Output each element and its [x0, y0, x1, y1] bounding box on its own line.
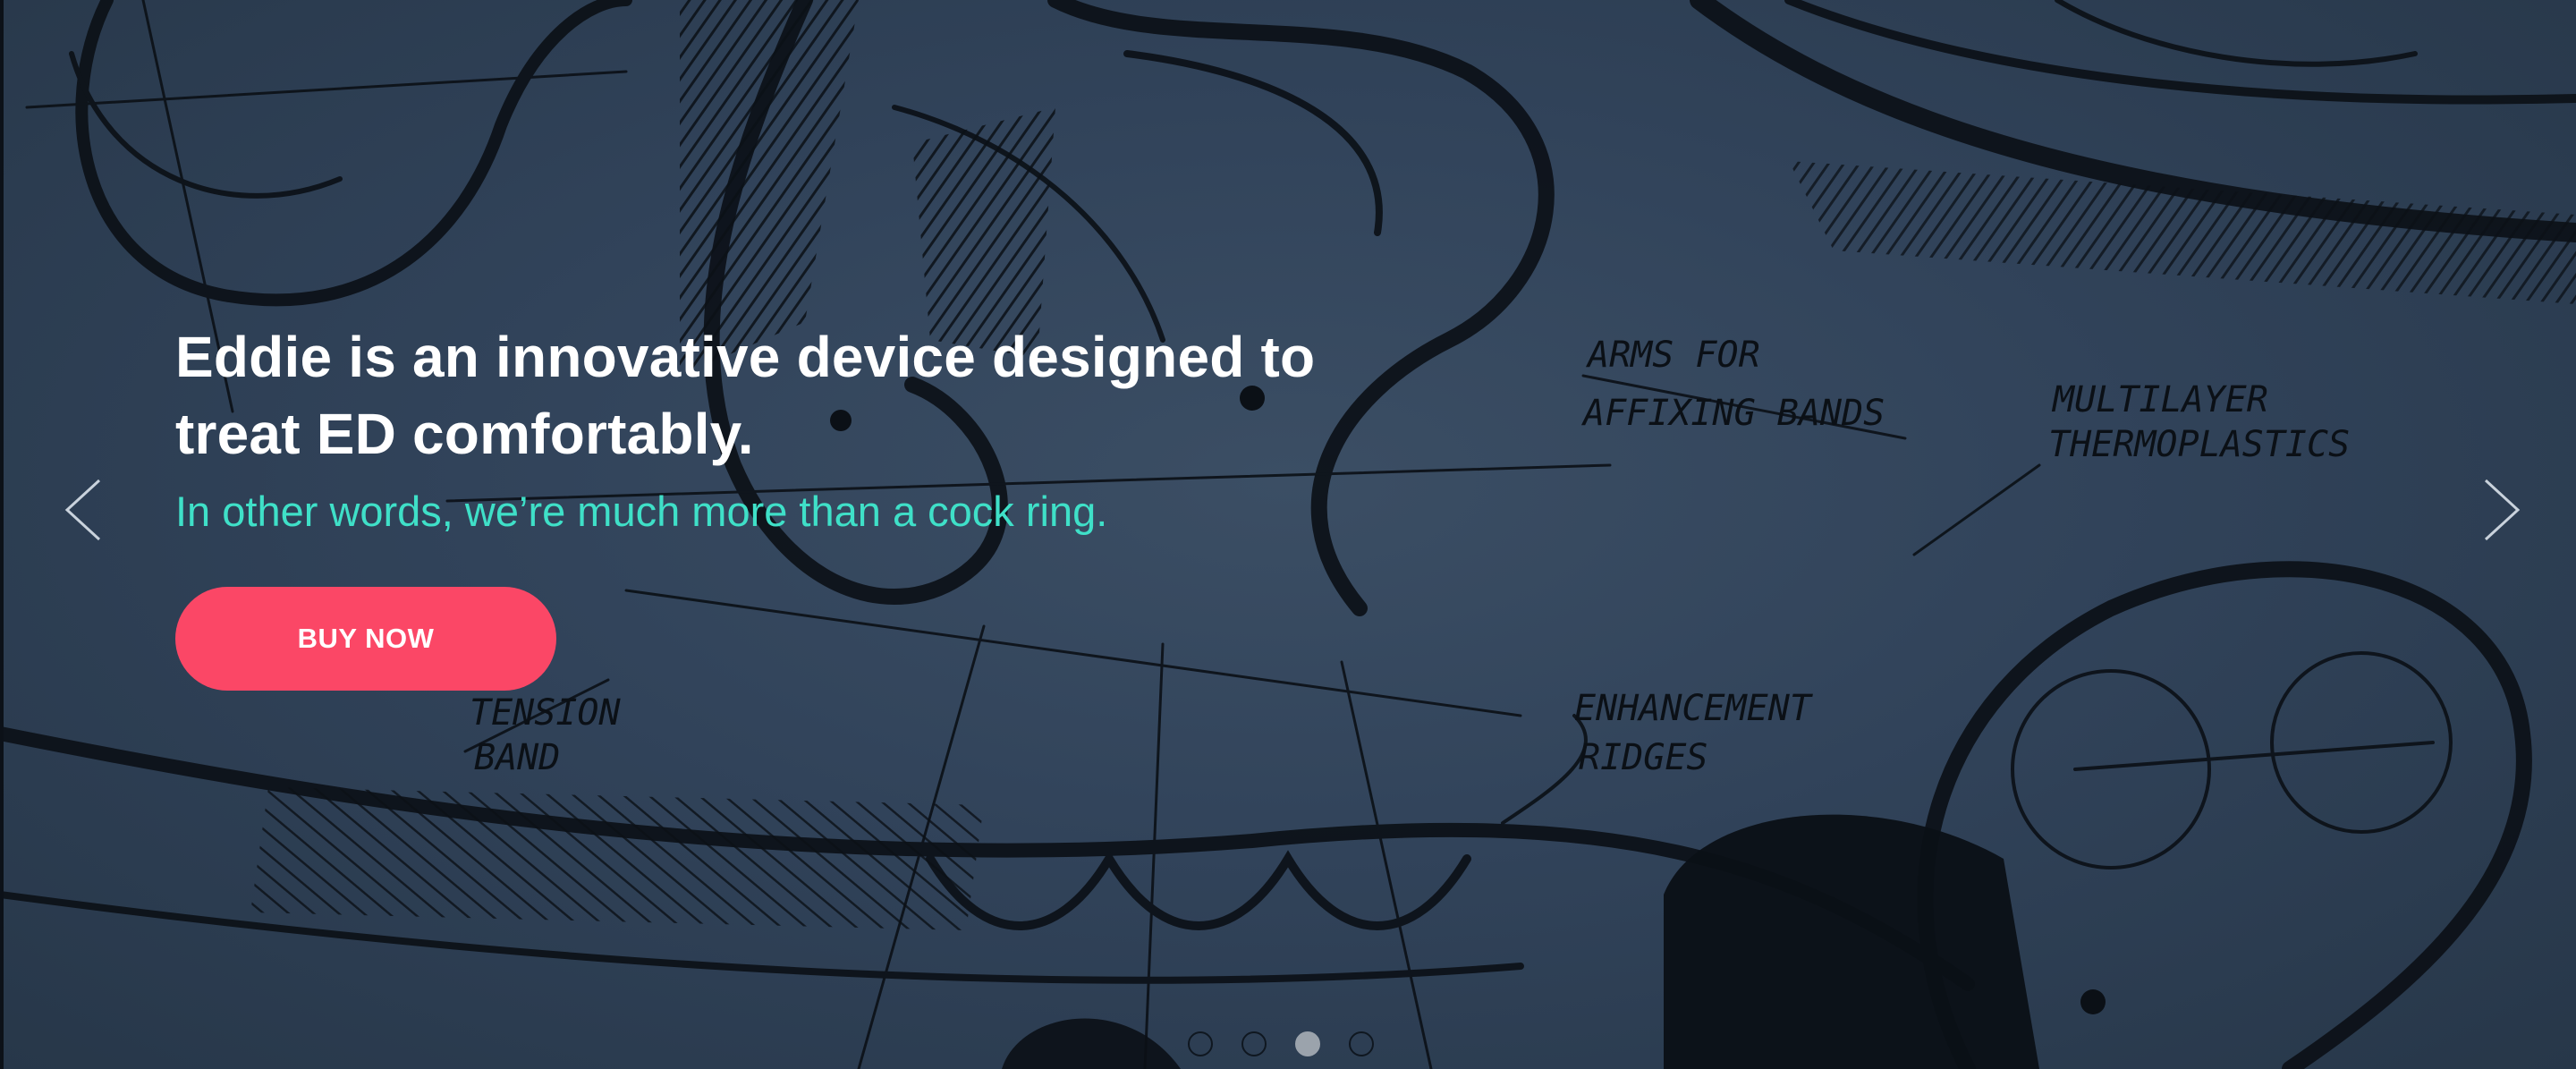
- carousel-next-button[interactable]: [2464, 470, 2536, 550]
- carousel-dot-2[interactable]: [1241, 1031, 1267, 1056]
- carousel-dot-1[interactable]: [1188, 1031, 1213, 1056]
- annotation-arms-line2: AFFIXING BANDS: [1580, 393, 1885, 434]
- buy-now-button[interactable]: BUY NOW: [175, 587, 556, 691]
- hero-subline: In other words, we’re much more than a c…: [175, 488, 1108, 535]
- carousel-indicators: [1188, 1031, 1374, 1056]
- hero-headline: Eddie is an innovative device designed t…: [175, 325, 1316, 466]
- carousel-dot-4[interactable]: [1349, 1031, 1374, 1056]
- annotation-multilayer-line2: THERMOPLASTICS: [2048, 424, 2350, 465]
- annotation-tension-line2: BAND: [474, 737, 560, 778]
- annotation-enhancement-line1: ENHANCEMENT: [1574, 688, 1814, 729]
- hero-content: Eddie is an innovative device designed t…: [175, 318, 1428, 691]
- left-edge-border: [0, 0, 4, 1069]
- annotation-enhancement-line2: RIDGES: [1579, 737, 1708, 778]
- carousel-dot-3[interactable]: [1295, 1031, 1320, 1056]
- chevron-right-icon: [2484, 479, 2521, 541]
- carousel-prev-button[interactable]: [49, 470, 121, 550]
- annotation-multilayer-line1: MULTILAYER: [2051, 379, 2268, 420]
- annotation-tension-line1: TENSION: [470, 692, 621, 734]
- hero-carousel: ARMS FOR AFFIXING BANDS MULTILAYER THERM…: [0, 0, 2576, 1069]
- annotation-arms-line1: ARMS FOR: [1585, 335, 1760, 376]
- chevron-left-icon: [64, 479, 101, 541]
